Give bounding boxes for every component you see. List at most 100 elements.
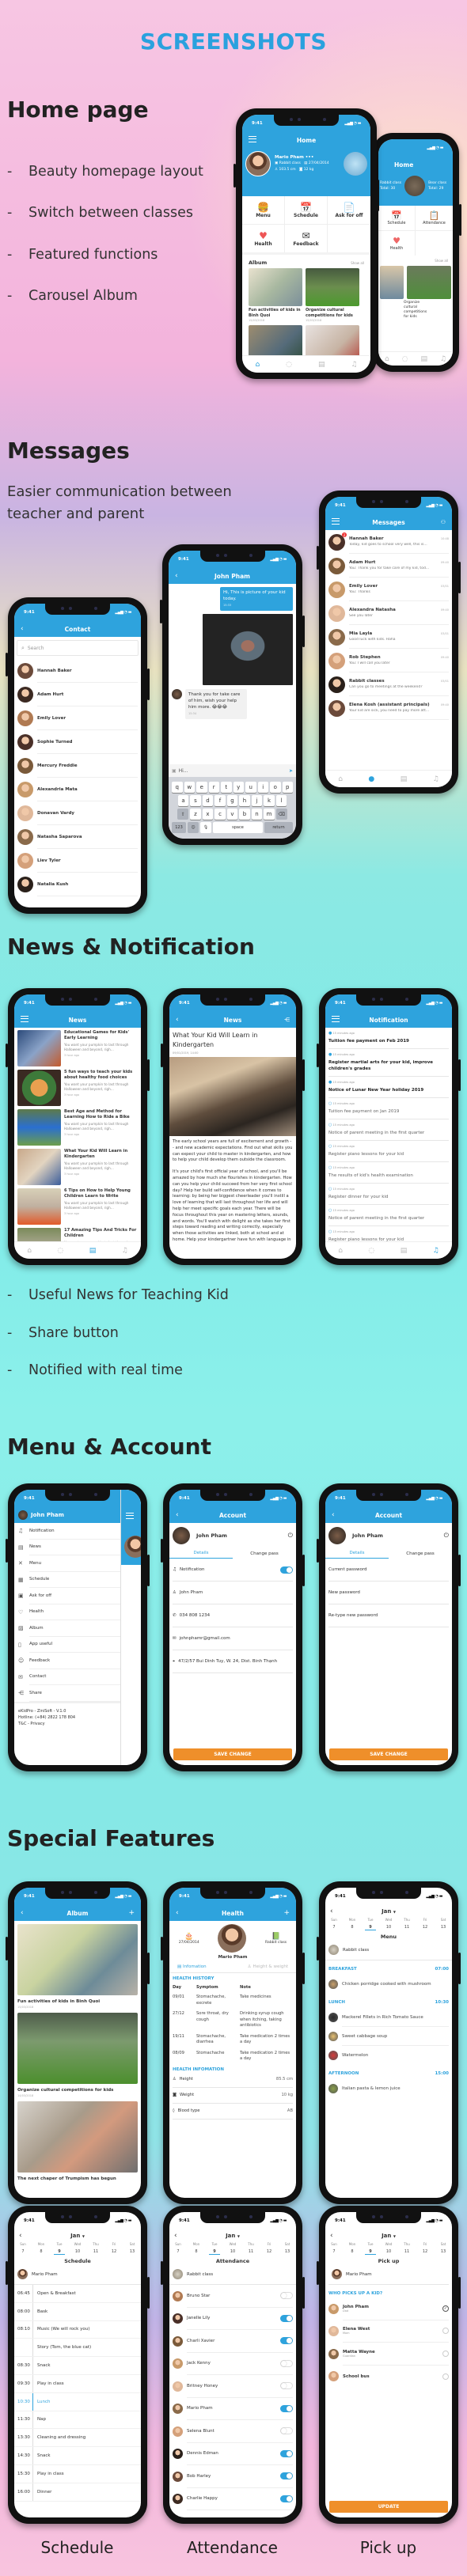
contact-item[interactable]: Liev Tyler (14, 849, 141, 873)
calendar-day[interactable]: Fri 12 (420, 2242, 431, 2255)
drawer-item[interactable]: ▣ Ask for off (14, 1588, 133, 1604)
back-icon[interactable]: ‹ (175, 572, 178, 580)
contact-item[interactable]: Sophie Turned (14, 730, 141, 754)
calendar-day[interactable]: Sun 7 (173, 2242, 184, 2255)
search-input[interactable]: ⌕ Search (17, 640, 139, 656)
contact-item[interactable]: Adam Hurt (14, 683, 141, 707)
news-item[interactable]: 6 Tips on How to Help Young Children Lea… (17, 1188, 138, 1225)
home-tab-icon[interactable]: ⌂ (338, 1247, 343, 1255)
update-button[interactable]: UPDATE (329, 2501, 448, 2513)
show-all-link[interactable]: Show all (351, 261, 364, 265)
message-thread[interactable]: Emily Lover 03/01 You: Thanks (325, 578, 452, 601)
space-key[interactable]: space (213, 822, 263, 833)
sibling-avatar[interactable] (344, 152, 367, 176)
key[interactable]: k (264, 795, 275, 806)
calendar-day[interactable]: Sat 13 (127, 2242, 138, 2255)
contact-item[interactable]: Natasha Saparova (14, 825, 141, 849)
key[interactable]: z (190, 809, 201, 820)
message-thread[interactable]: Alexandra Natasha 09:40 See you later (325, 601, 452, 625)
key[interactable]: m (264, 809, 275, 820)
key[interactable]: h (239, 795, 250, 806)
feature-menu[interactable]: 🍔 Menu (242, 196, 285, 225)
feature-feedback[interactable]: ✉ Feedback (285, 225, 328, 252)
key[interactable]: q (172, 782, 183, 793)
month-selector[interactable]: Jan ▼ (382, 1908, 396, 1915)
share-icon[interactable]: ⋲ (284, 1017, 290, 1023)
key[interactable]: p (282, 782, 293, 793)
message-thread[interactable]: 2 Hannah Baker 10:48 Today, kid goes to sch… (325, 530, 452, 554)
key[interactable]: f (215, 795, 226, 806)
user-avatar[interactable] (173, 1527, 190, 1544)
chat-tab-icon[interactable]: ◌ (286, 361, 292, 369)
key[interactable]: g (226, 795, 238, 806)
message-thread[interactable]: Adam Hurt 09:40 You: Thank you for take ca… (325, 554, 452, 578)
calendar-day[interactable]: Sun 7 (328, 1918, 340, 1930)
menu-icon[interactable] (332, 1015, 340, 1025)
key[interactable]: j (251, 795, 263, 806)
back-icon[interactable]: ‹ (174, 2232, 177, 2240)
attendance-toggle[interactable] (280, 2404, 293, 2412)
back-icon[interactable]: ‹ (332, 1511, 335, 1519)
key[interactable]: v (226, 809, 238, 820)
save-change-button[interactable]: SAVE CHANGE (173, 1748, 292, 1760)
notification-item[interactable]: ○ 15 minutes ago Notice of parent meeting… (328, 1119, 449, 1141)
news-item[interactable]: 5 fun ways to teach your kids about heal… (17, 1070, 138, 1106)
address-field[interactable]: ⌖ 47/2/57 Bui Dinh Tuy, W. 24, Dist. Binh… (173, 1650, 293, 1673)
key[interactable]: c (215, 809, 226, 820)
calendar-day[interactable]: Mon 8 (347, 1918, 358, 1930)
numbers-key[interactable]: 123 (172, 822, 186, 833)
calendar-day[interactable]: Mon 8 (36, 2242, 47, 2255)
calendar-day[interactable]: Sun 7 (328, 2242, 340, 2255)
attendance-toggle[interactable] (280, 2449, 293, 2457)
notification-item[interactable]: ○ 15 minutes agoTuition fee payment on J… (328, 1098, 449, 1119)
calendar-day[interactable]: Tue 9 (365, 1918, 376, 1930)
key[interactable]: x (202, 809, 214, 820)
back-icon[interactable]: ‹ (21, 625, 24, 633)
key[interactable]: l (275, 795, 287, 806)
emoji-key[interactable]: ☺ (188, 822, 199, 833)
return-key[interactable]: return (264, 822, 293, 833)
contact-item[interactable]: Hannah Baker (14, 659, 141, 683)
attendance-toggle[interactable] (280, 2292, 293, 2300)
feature-health[interactable]: ♥ Health (378, 231, 416, 256)
calendar-day[interactable]: Sat 13 (282, 2242, 293, 2255)
radio-unchecked-icon[interactable] (442, 2350, 449, 2357)
back-icon[interactable]: ‹ (176, 1909, 179, 1917)
back-icon[interactable]: ‹ (176, 1511, 179, 1519)
tab-change-pass[interactable]: Change pass (389, 1549, 452, 1559)
notification-item[interactable]: ● 15 minutes ago Register martial arts fo… (328, 1049, 449, 1077)
message-input[interactable]: ▣ Hi... ➤ (169, 764, 296, 777)
chat-tab-icon[interactable]: ◌ (368, 1247, 374, 1255)
radio-unchecked-icon[interactable] (442, 2328, 449, 2335)
feature-schedule[interactable]: 📅 Schedule (285, 196, 328, 225)
show-all-link[interactable]: Show all (378, 256, 453, 266)
calendar-day[interactable]: Thu 11 (401, 2242, 412, 2255)
back-icon[interactable]: ‹ (176, 1016, 179, 1024)
notification-item[interactable]: ○ 15 minutes ago The results of kid's hea… (328, 1162, 449, 1184)
attendance-toggle[interactable] (280, 2427, 293, 2435)
calendar-day[interactable]: Fri 12 (108, 2242, 120, 2255)
send-icon[interactable]: ➤ (289, 768, 293, 774)
pickup-option[interactable]: John Pham Dad ✓ (328, 2298, 449, 2320)
feature-health[interactable]: ♥ Health (242, 225, 285, 252)
bell-tab-icon[interactable]: ♫ (433, 775, 439, 783)
key[interactable]: o (270, 782, 281, 793)
news-tab-icon[interactable]: ▤ (401, 775, 408, 783)
email-field[interactable]: ✉ johnphamr@gmail.com (173, 1627, 293, 1650)
key[interactable]: i (257, 782, 268, 793)
new-password-input[interactable]: New password (328, 1582, 449, 1604)
key[interactable]: y (233, 782, 244, 793)
attendance-toggle[interactable] (280, 2472, 293, 2480)
drawer-item[interactable]: ▦ Schedule (14, 1572, 133, 1588)
contact-item[interactable]: Natalia Kush (14, 873, 141, 896)
menu-icon[interactable] (332, 517, 340, 527)
add-icon[interactable]: + (283, 1909, 290, 1917)
more-icon[interactable]: ••• (306, 155, 314, 160)
feature-schedule[interactable]: 📅 Schedule (378, 206, 416, 231)
calendar-day[interactable]: Sat 13 (438, 2242, 449, 2255)
contact-item[interactable]: Mercury Freddie (14, 754, 141, 778)
contact-item[interactable]: Alexandria Mata (14, 778, 141, 801)
key[interactable]: e (196, 782, 207, 793)
pickup-option[interactable]: School bus (328, 2366, 449, 2388)
month-selector[interactable]: Jan ▼ (382, 2233, 396, 2239)
